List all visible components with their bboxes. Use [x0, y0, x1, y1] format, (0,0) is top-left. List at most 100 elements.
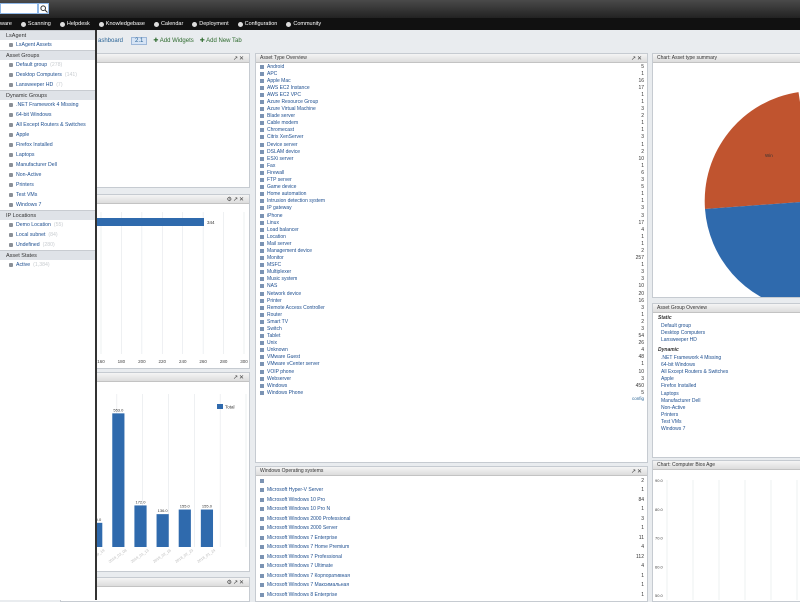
list-row[interactable]: VMware vCenter server 1	[256, 361, 647, 368]
list-row[interactable]: Home automation 1	[256, 191, 647, 198]
list-row[interactable]: Microsoft Windows 8 Enterprise 1	[256, 590, 647, 600]
group-link-64-bit-windows[interactable]: 64-bit Windows	[653, 362, 800, 369]
sidebar-item-printers[interactable]: Printers	[0, 180, 95, 190]
list-row[interactable]: Location 1	[256, 233, 647, 240]
list-row[interactable]: FTP server 3	[256, 177, 647, 184]
nav-helpdesk[interactable]: Helpdesk	[59, 21, 90, 27]
list-row[interactable]: Network device 20	[256, 290, 647, 297]
group-link-laptops[interactable]: Laptops	[653, 391, 800, 398]
sidebar-item-manufacturer-dell[interactable]: Manufacturer Dell	[0, 160, 95, 170]
list-row[interactable]: Azure Resource Group 1	[256, 98, 647, 105]
list-row[interactable]: Switch 3	[256, 325, 647, 332]
list-row[interactable]: Chromecast 1	[256, 127, 647, 134]
sidebar-item-windows-7[interactable]: Windows 7	[0, 200, 95, 210]
list-row[interactable]: Game device 5	[256, 184, 647, 191]
list-row[interactable]: Microsoft Windows 7 Home Premium 4	[256, 543, 647, 553]
list-row[interactable]: Microsoft Windows 7 Максимальная 1	[256, 581, 647, 591]
list-row[interactable]: Citrix XenServer 3	[256, 134, 647, 141]
list-row[interactable]: Cable modem 1	[256, 120, 647, 127]
list-row[interactable]: NAS 10	[256, 283, 647, 290]
group-link-manufacturer-dell[interactable]: Manufacturer Dell	[653, 398, 800, 405]
list-row[interactable]: IP gateway 3	[256, 205, 647, 212]
search-button[interactable]	[38, 3, 49, 14]
group-link-lansweeper-hd[interactable]: Lansweeper HD	[653, 337, 800, 344]
group-link-windows-7[interactable]: Windows 7	[653, 426, 800, 433]
list-row[interactable]: Apple Mac 16	[256, 77, 647, 84]
list-row[interactable]: Windows 450	[256, 382, 647, 389]
widget-controls[interactable]: ↗✕	[233, 55, 245, 62]
list-row[interactable]: DSLAM device 2	[256, 148, 647, 155]
list-row[interactable]: Microsoft Windows 7 Корпоративная 1	[256, 571, 647, 581]
sidebar-item-laptops[interactable]: Laptops	[0, 150, 95, 160]
widget-controls[interactable]: ↗✕	[631, 55, 643, 62]
widget-controls[interactable]: ↗✕	[233, 374, 245, 381]
sidebar-item-local-subnet[interactable]: Local subnet (84)	[0, 230, 95, 240]
sidebar-item-non-active[interactable]: Non-Active	[0, 170, 95, 180]
list-row[interactable]: AWS EC2 VPC 1	[256, 91, 647, 98]
list-row[interactable]: Unix 26	[256, 340, 647, 347]
list-row[interactable]: Mail server 1	[256, 240, 647, 247]
list-row[interactable]: ESXi server 10	[256, 155, 647, 162]
list-row[interactable]: Printer 16	[256, 297, 647, 304]
list-row[interactable]: Linux 17	[256, 219, 647, 226]
tab-count-badge[interactable]: 2.1	[131, 36, 148, 45]
list-row[interactable]: Intrusion detection system 1	[256, 198, 647, 205]
list-row[interactable]: Microsoft Windows 10 Pro N 1	[256, 505, 647, 515]
sidebar-item-net-framework-4-missing[interactable]: .NET Framework 4 Missing	[0, 100, 95, 110]
list-row[interactable]: Management device 2	[256, 247, 647, 254]
widget-controls[interactable]: ⚙↗✕	[227, 196, 245, 203]
list-row[interactable]: Fax 1	[256, 162, 647, 169]
sidebar-item-demo-location[interactable]: Demo Location (55)	[0, 220, 95, 230]
sidebar-item-active[interactable]: Active (1,384)	[0, 260, 95, 270]
group-link-all-except-routers-switches[interactable]: All Except Routers & Switches	[653, 369, 800, 376]
nav-deployment[interactable]: Deployment	[192, 21, 229, 27]
nav-calendar[interactable]: Calendar	[153, 21, 183, 27]
list-row[interactable]: Azure Virtual Machine 3	[256, 106, 647, 113]
sidebar-item-64-bit-windows[interactable]: 64-bit Windows	[0, 110, 95, 120]
nav-community[interactable]: Community	[286, 21, 321, 27]
sidebar-item-undefined[interactable]: Undefined (280)	[0, 240, 95, 250]
group-link-firefox-installed[interactable]: Firefox Installed	[653, 383, 800, 390]
sidebar-item-all-except-routers-switches[interactable]: All Except Routers & Switches	[0, 120, 95, 130]
list-row[interactable]: AWS EC2 Instance 17	[256, 84, 647, 91]
sidebar-item-test-vms[interactable]: Test VMs	[0, 190, 95, 200]
group-link-default-group[interactable]: Default group	[653, 323, 800, 330]
list-row[interactable]: Android 5	[256, 63, 647, 70]
list-row[interactable]: 2	[256, 476, 647, 486]
list-row[interactable]: VOIP phone 10	[256, 368, 647, 375]
list-row[interactable]: Firewall 6	[256, 169, 647, 176]
nav-configuration[interactable]: Configuration	[237, 21, 277, 27]
list-row[interactable]: Windows Phone 5	[256, 389, 647, 396]
list-row[interactable]: MSFC 1	[256, 262, 647, 269]
group-link-apple[interactable]: Apple	[653, 376, 800, 383]
group-link-printers[interactable]: Printers	[653, 412, 800, 419]
list-row[interactable]: Device server 1	[256, 141, 647, 148]
sidebar-item-desktop-computers[interactable]: Desktop Computers (141)	[0, 70, 95, 80]
list-row[interactable]: Microsoft Windows 2000 Server 1	[256, 524, 647, 534]
nav-knowledgebase[interactable]: Knowledgebase	[98, 21, 145, 27]
add-tab-button[interactable]: ✚ Add New Tab	[200, 37, 242, 44]
list-row[interactable]: Blade server 2	[256, 113, 647, 120]
list-row[interactable]: Tablet 54	[256, 333, 647, 340]
list-row[interactable]: Monitor 257	[256, 255, 647, 262]
list-row[interactable]: Microsoft Windows 7 Professional 112	[256, 552, 647, 562]
list-row[interactable]: Router 1	[256, 311, 647, 318]
list-row[interactable]: Microsoft Windows 7 Ultimate 4	[256, 562, 647, 572]
widget-controls[interactable]: ↗✕	[631, 468, 643, 475]
list-row[interactable]: APC 1	[256, 70, 647, 77]
widget-controls[interactable]: ⚙↗✕	[227, 579, 245, 586]
list-row[interactable]: Unknown 4	[256, 347, 647, 354]
list-row[interactable]: Microsoft Windows 10 Pro 84	[256, 495, 647, 505]
sidebar-item-default-group[interactable]: Default group (278)	[0, 60, 95, 70]
sidebar-item-lansweeper-hd[interactable]: Lansweeper HD (7)	[0, 80, 95, 90]
list-row[interactable]: Multiplexer 3	[256, 269, 647, 276]
search-input[interactable]	[0, 3, 38, 14]
tab-dashboard[interactable]: ashboard	[96, 38, 125, 44]
list-row[interactable]: Smart TV 2	[256, 318, 647, 325]
list-row[interactable]: VMware Guest 48	[256, 354, 647, 361]
nav-assets[interactable]: ware	[0, 21, 12, 27]
group-link-test-vms[interactable]: Test VMs	[653, 419, 800, 426]
list-row[interactable]: Music system 3	[256, 276, 647, 283]
list-row[interactable]: iPhone 3	[256, 212, 647, 219]
add-widgets-button[interactable]: ✚ Add Widgets	[153, 37, 193, 44]
